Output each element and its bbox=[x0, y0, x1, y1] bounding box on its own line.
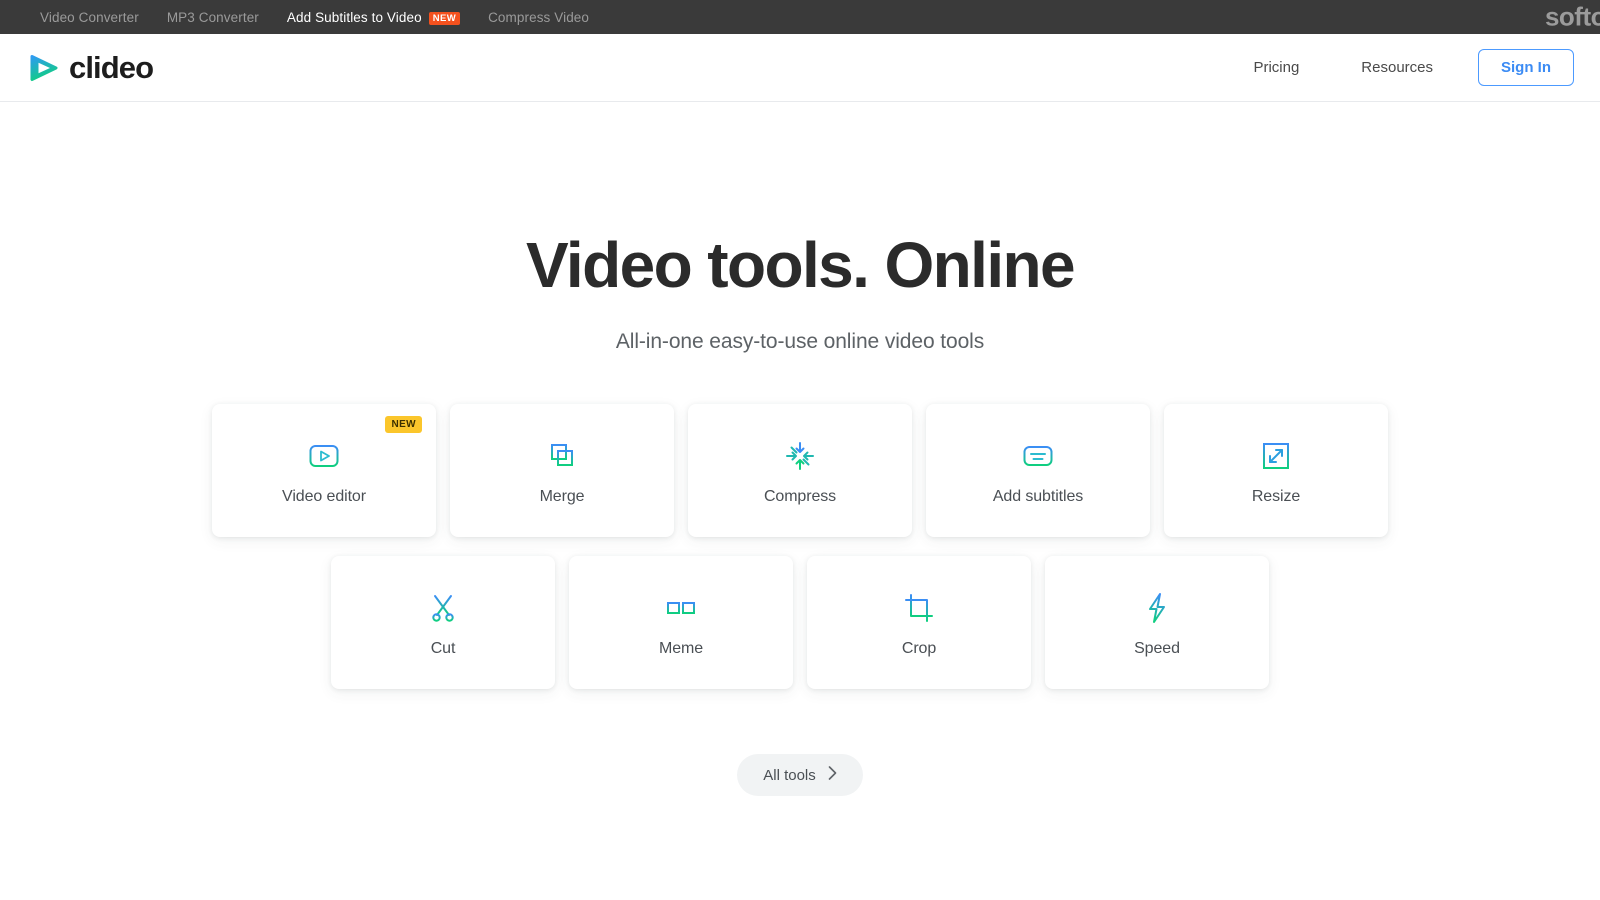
tool-card-video-editor[interactable]: NEW Video editor bbox=[212, 404, 436, 538]
tool-card-label: Merge bbox=[539, 487, 585, 505]
sign-in-button[interactable]: Sign In bbox=[1478, 49, 1574, 86]
topbar-link-label: MP3 Converter bbox=[166, 9, 259, 25]
tool-card-label: Resize bbox=[1251, 487, 1301, 505]
all-tools-button[interactable]: All tools bbox=[737, 754, 863, 797]
topbar-link-add-subtitles-to-video[interactable]: Add Subtitles to Video NEW bbox=[273, 10, 474, 25]
tool-card-compress[interactable]: Compress bbox=[688, 404, 912, 538]
tool-card-label: Meme bbox=[658, 639, 704, 657]
compress-icon bbox=[783, 436, 817, 476]
tool-card-label: Compress bbox=[763, 487, 837, 505]
topbar-link-label: Add Subtitles to Video bbox=[286, 9, 422, 25]
video-editor-icon bbox=[307, 436, 341, 476]
crop-icon bbox=[902, 588, 936, 628]
tool-card-label: Cut bbox=[430, 639, 456, 657]
tool-card-label: Speed bbox=[1134, 639, 1180, 657]
tool-card-label: Crop bbox=[901, 639, 937, 657]
tool-card-resize[interactable]: Resize bbox=[1164, 404, 1388, 538]
softo-brand-logo[interactable]: softo bbox=[1545, 2, 1600, 33]
topbar-link-label: Video Converter bbox=[40, 9, 139, 25]
tool-card-crop[interactable]: Crop bbox=[807, 556, 1031, 690]
add-subtitles-icon bbox=[1021, 436, 1055, 476]
page-title: Video tools. Online bbox=[525, 229, 1076, 301]
tool-card-speed[interactable]: Speed bbox=[1045, 556, 1269, 690]
tool-card-label: Video editor bbox=[282, 487, 366, 505]
tool-card-label: Add subtitles bbox=[992, 487, 1084, 505]
play-triangle-gradient-icon bbox=[26, 51, 60, 85]
tool-card-meme[interactable]: Meme bbox=[569, 556, 793, 690]
meme-icon bbox=[661, 588, 701, 628]
clideo-logo[interactable]: clideo bbox=[26, 49, 154, 86]
new-badge: NEW bbox=[385, 416, 422, 434]
merge-icon bbox=[545, 436, 579, 476]
topbar-link-label: Compress Video bbox=[488, 9, 590, 25]
speed-icon bbox=[1140, 588, 1174, 628]
topbar-link-compress-video[interactable]: Compress Video bbox=[474, 10, 603, 25]
topbar-link-mp3-converter[interactable]: MP3 Converter bbox=[153, 10, 273, 25]
tool-grid: NEW Video editor Merge Compress Add subt… bbox=[0, 404, 1600, 690]
tool-card-cut[interactable]: Cut bbox=[331, 556, 555, 690]
cut-icon bbox=[426, 588, 460, 628]
hero-section: Video tools. Online All-in-one easy-to-u… bbox=[0, 102, 1600, 354]
resize-icon bbox=[1259, 436, 1293, 476]
tool-grid-row-2: Cut Meme Crop Speed bbox=[331, 556, 1269, 690]
softo-topbar: Video Converter MP3 Converter Add Subtit… bbox=[0, 0, 1600, 34]
site-header: clideo Pricing Resources Sign In bbox=[0, 34, 1600, 102]
all-tools-label: All tools bbox=[763, 766, 816, 784]
nav-link-pricing[interactable]: Pricing bbox=[1222, 59, 1330, 76]
tool-grid-row-1: NEW Video editor Merge Compress Add subt… bbox=[212, 404, 1388, 538]
tool-card-merge[interactable]: Merge bbox=[450, 404, 674, 538]
clideo-logo-text: clideo bbox=[69, 49, 154, 85]
main-nav: Pricing Resources Sign In bbox=[1222, 49, 1574, 86]
topbar-links: Video Converter MP3 Converter Add Subtit… bbox=[26, 10, 603, 25]
nav-link-resources[interactable]: Resources bbox=[1330, 59, 1464, 76]
topbar-link-video-converter[interactable]: Video Converter bbox=[26, 10, 153, 25]
all-tools-section: All tools bbox=[0, 754, 1600, 797]
chevron-right-icon bbox=[828, 766, 837, 784]
new-badge: NEW bbox=[428, 11, 461, 25]
tool-card-add-subtitles[interactable]: Add subtitles bbox=[926, 404, 1150, 538]
page-subtitle: All-in-one easy-to-use online video tool… bbox=[615, 330, 985, 354]
